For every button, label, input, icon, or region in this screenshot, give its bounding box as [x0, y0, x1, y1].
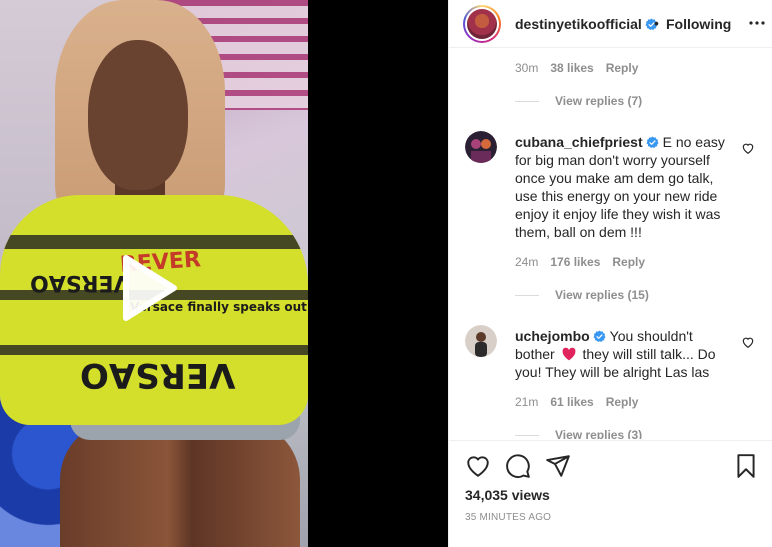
video-player[interactable]: REVER VERSAO Versace finally speaks out … [0, 0, 308, 547]
view-replies-button[interactable]: View replies (7) [515, 94, 642, 108]
view-replies-line [515, 295, 539, 297]
commenter-username[interactable]: cubana_chiefpriest [515, 134, 643, 150]
red-heart-emoji-icon [562, 347, 576, 361]
view-replies-button[interactable]: View replies (3) [515, 428, 642, 439]
comment-like-heart-icon[interactable] [741, 141, 755, 155]
commenter-username[interactable]: uchejombo [515, 328, 590, 344]
more-options-icon[interactable] [749, 14, 765, 32]
comment-meta: 24m 176 likes Reply [515, 255, 645, 269]
view-replies-label[interactable]: View replies (3) [555, 428, 642, 439]
comment-reply-button[interactable]: Reply [612, 255, 645, 269]
view-replies-line [515, 101, 539, 103]
comment-icon[interactable] [505, 453, 531, 479]
view-replies-line [515, 435, 539, 437]
author-username-text[interactable]: destinyetikoofficial [515, 16, 642, 32]
view-replies-button[interactable]: View replies (15) [515, 288, 649, 302]
view-replies-label[interactable]: View replies (7) [555, 94, 642, 108]
video-person-face [88, 40, 188, 190]
comments-list[interactable]: 30m 38 likes Reply View replies (7) cubana… [449, 49, 772, 439]
comment-time[interactable]: 30m [515, 61, 538, 75]
comment-text: uchejombo You shouldn't bother they will … [515, 327, 727, 381]
post-header: destinyetikoofficial • Following [449, 0, 772, 48]
comment-likes[interactable]: 38 likes [550, 61, 593, 75]
verified-badge-icon [646, 136, 659, 149]
comment-likes[interactable]: 176 likes [550, 255, 600, 269]
post-actions: 34,035 views 35 MINUTES AGO [449, 440, 772, 547]
view-replies-label[interactable]: View replies (15) [555, 288, 649, 302]
header-separator: • [654, 15, 659, 31]
media-pane: REVER VERSAO Versace finally speaks out … [0, 0, 448, 547]
post-timestamp[interactable]: 35 MINUTES AGO [465, 512, 551, 523]
comment-meta: 30m 38 likes Reply [515, 61, 638, 75]
comment-reply-button[interactable]: Reply [606, 61, 639, 75]
comment-meta: 21m 61 likes Reply [515, 395, 638, 409]
heart-icon[interactable] [465, 453, 491, 479]
following-button[interactable]: Following [666, 16, 731, 32]
commenter-avatar[interactable] [465, 131, 497, 163]
view-count[interactable]: 34,035 views [465, 487, 550, 503]
author-username[interactable]: destinyetikoofficial [515, 16, 658, 32]
post-panel: destinyetikoofficial • Following 30m 38 l… [448, 0, 772, 547]
bookmark-icon[interactable] [733, 453, 759, 479]
comment-like-heart-icon[interactable] [741, 335, 755, 349]
comment-time[interactable]: 24m [515, 255, 538, 269]
comment-time[interactable]: 21m [515, 395, 538, 409]
paper-plane-icon[interactable] [545, 453, 571, 479]
play-icon[interactable] [110, 252, 182, 324]
author-avatar[interactable] [463, 5, 501, 43]
verified-badge-icon [593, 330, 606, 343]
comment-text: cubana_chiefpriest E no easy for big man … [515, 133, 727, 241]
comment-likes[interactable]: 61 likes [550, 395, 593, 409]
commenter-avatar[interactable] [465, 325, 497, 357]
comment-reply-button[interactable]: Reply [606, 395, 639, 409]
